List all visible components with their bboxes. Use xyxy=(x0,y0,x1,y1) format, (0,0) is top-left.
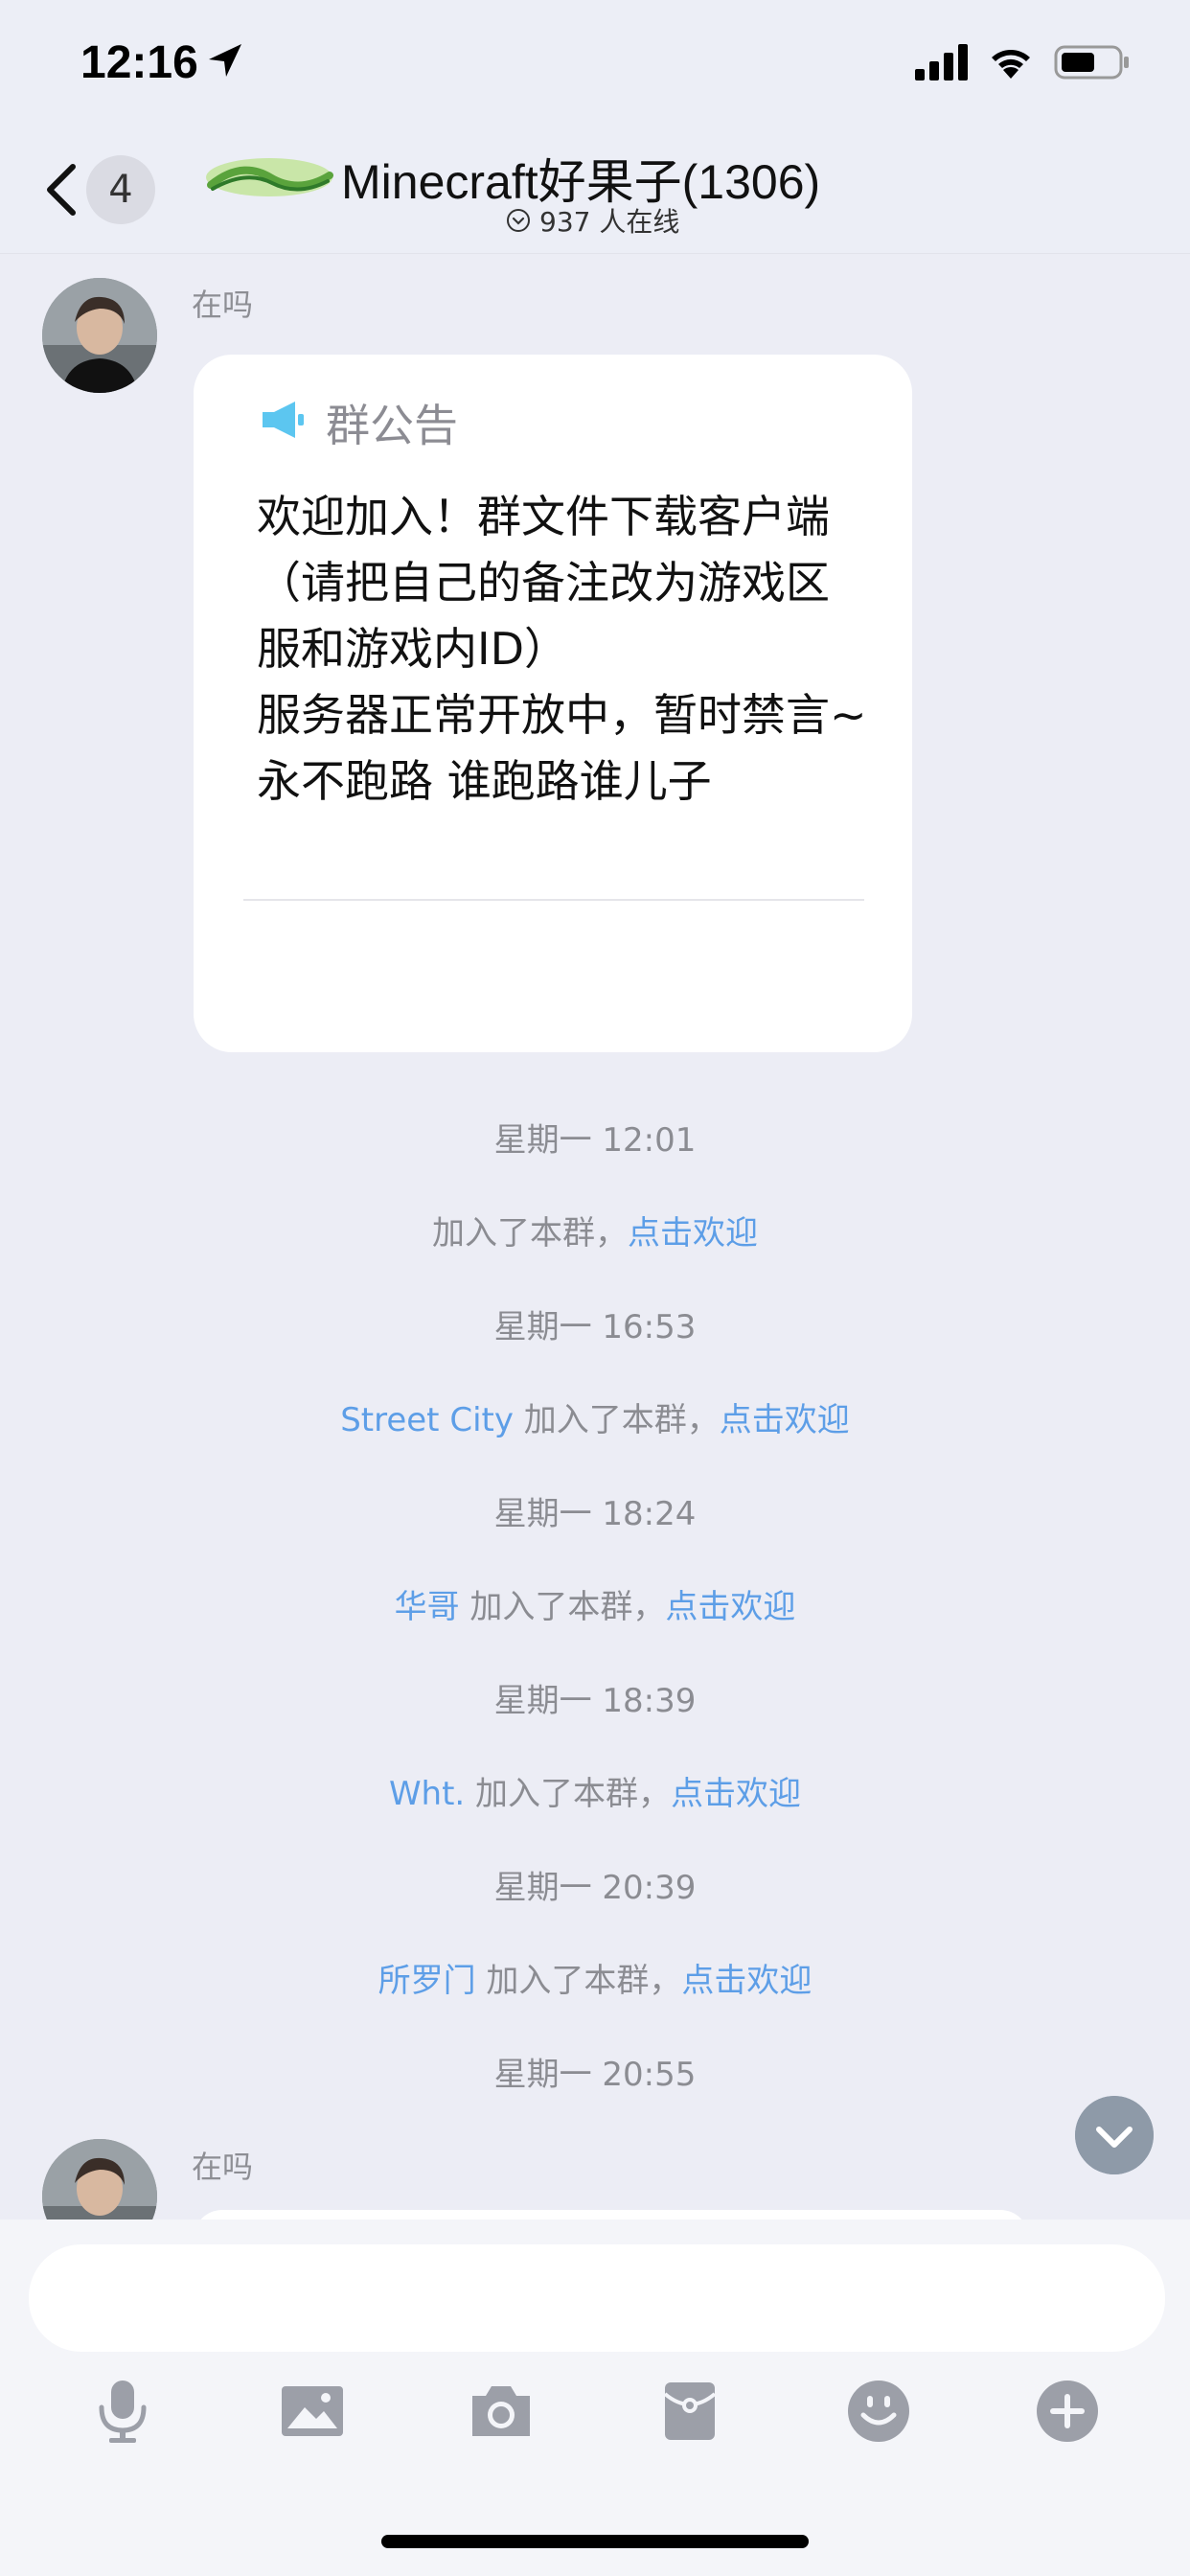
emoji-icon[interactable] xyxy=(844,2377,913,2446)
red-packet-icon[interactable] xyxy=(655,2377,724,2446)
member-name[interactable]: 所罗门 xyxy=(378,1962,476,2000)
welcome-link[interactable]: 点击欢迎 xyxy=(681,1962,812,2000)
welcome-link[interactable]: 点击欢迎 xyxy=(628,1214,758,1253)
avatar[interactable] xyxy=(42,278,157,393)
online-count[interactable]: 937 人在线 xyxy=(539,201,679,240)
camera-icon[interactable] xyxy=(467,2377,536,2446)
member-name[interactable]: 华哥 xyxy=(395,1588,460,1626)
welcome-link[interactable]: 点击欢迎 xyxy=(665,1588,795,1626)
image-icon[interactable] xyxy=(278,2377,347,2446)
signal-icon xyxy=(915,44,968,80)
location-arrow-icon xyxy=(209,44,241,77)
system-timestamp: 星期一 12:01 xyxy=(493,1121,697,1160)
announcement-title: 群公告 xyxy=(326,400,458,451)
plus-icon[interactable] xyxy=(1033,2377,1102,2446)
system-timestamp: 星期一 18:39 xyxy=(493,1682,697,1720)
scroll-down-icon[interactable] xyxy=(1075,2096,1154,2174)
join-notice: 加入了本群，点击欢迎 xyxy=(0,1207,1190,1254)
megaphone-icon xyxy=(263,402,304,438)
home-indicator xyxy=(381,2535,809,2548)
wifi-icon xyxy=(992,50,1030,79)
mic-icon[interactable] xyxy=(88,2377,157,2446)
announcement-body: 欢迎加入！群文件下载客户端（请把自己的备注改为游戏区服和游戏内ID） 服务器正常… xyxy=(257,491,867,807)
join-notice: Wht. 加入了本群，点击欢迎 xyxy=(0,1767,1190,1814)
welcome-link[interactable]: 点击欢迎 xyxy=(671,1775,801,1813)
sender-name: 在吗 xyxy=(192,2149,254,2185)
system-timestamp: 星期一 16:53 xyxy=(493,1308,697,1346)
battery-icon xyxy=(1054,45,1129,80)
system-timestamp: 星期一 20:39 xyxy=(493,1869,697,1907)
join-text: 加入了本群， xyxy=(475,1962,682,2000)
join-notice: 华哥 加入了本群，点击欢迎 xyxy=(0,1580,1190,1627)
message-input[interactable] xyxy=(29,2244,1165,2352)
system-timestamp: 星期一 18:24 xyxy=(493,1495,697,1533)
group-logo-image xyxy=(206,158,333,196)
unread-count-badge[interactable]: 4 xyxy=(86,155,155,224)
join-text: 加入了本群， xyxy=(459,1588,666,1626)
divider xyxy=(243,899,864,901)
online-chevron-icon[interactable] xyxy=(506,208,531,233)
join-text: 加入了本群， xyxy=(513,1401,720,1439)
member-name[interactable]: Wht. xyxy=(389,1775,465,1813)
system-timestamp: 星期一 20:55 xyxy=(493,2056,697,2094)
join-text: 加入了本群， xyxy=(432,1214,628,1253)
join-text: 加入了本群， xyxy=(465,1775,672,1813)
back-chevron-icon[interactable] xyxy=(42,161,80,218)
join-notice: Street City 加入了本群，点击欢迎 xyxy=(0,1393,1190,1440)
status-time: 12:16 xyxy=(80,37,198,88)
welcome-link[interactable]: 点击欢迎 xyxy=(720,1401,850,1439)
member-name[interactable]: Street City xyxy=(340,1401,514,1439)
sender-name: 在吗 xyxy=(192,287,254,323)
join-notice: 所罗门 加入了本群，点击欢迎 xyxy=(0,1954,1190,2001)
